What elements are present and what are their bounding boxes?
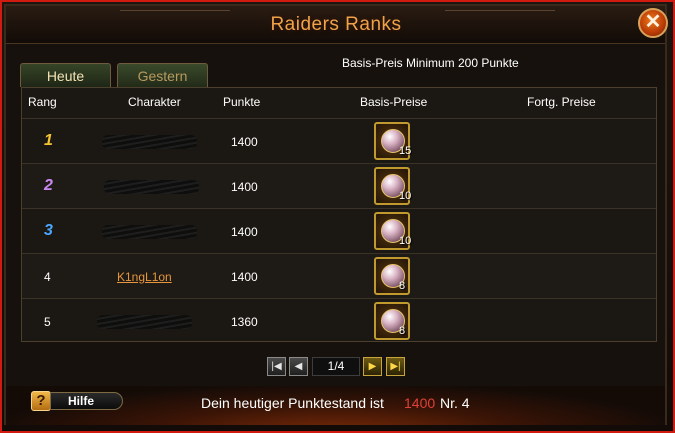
character-link[interactable]: K1ngL1on — [117, 270, 172, 284]
status-rank: Nr. 4 — [440, 395, 470, 411]
reward-item[interactable]: 10 — [374, 212, 412, 250]
window-title: Raiders Ranks — [270, 14, 402, 35]
header-basis-preise: Basis-Preise — [360, 95, 428, 109]
reward-item[interactable]: 8 — [374, 302, 410, 340]
rank-number: 4 — [44, 270, 51, 284]
close-icon: ✕ — [644, 11, 662, 33]
next-page-button[interactable]: ▶ — [363, 357, 382, 376]
rank-number: 5 — [44, 315, 51, 329]
first-page-icon: |◀ — [271, 361, 282, 372]
rank-number: 3 — [44, 222, 53, 239]
help-icon[interactable]: ? — [31, 391, 51, 411]
character-name-redacted — [97, 315, 192, 329]
first-page-button[interactable]: |◀ — [267, 357, 286, 376]
table-row: 4 K1ngL1on 1400 8 — [22, 253, 656, 298]
minimum-value: 200 Punkte — [458, 56, 519, 70]
character-name-redacted — [102, 135, 197, 149]
tab-heute[interactable]: Heute — [20, 63, 111, 87]
reward-count: 8 — [399, 280, 406, 292]
close-button[interactable]: ✕ — [638, 8, 668, 38]
header-rang: Rang — [28, 95, 57, 109]
points-value: 1400 — [231, 270, 258, 284]
reward-item[interactable]: 10 — [374, 167, 412, 205]
points-value: 1400 — [231, 225, 258, 239]
next-page-icon: ▶ — [368, 361, 377, 372]
points-value: 1360 — [231, 315, 258, 329]
points-value: 1400 — [231, 180, 258, 194]
help-button[interactable]: Hilfe — [50, 392, 123, 410]
header-charakter: Charakter — [128, 95, 181, 109]
tab-gestern[interactable]: Gestern — [117, 63, 208, 87]
status-score: 1400 — [404, 395, 436, 411]
table-row: 2 1400 10 — [22, 163, 656, 208]
character-name-redacted — [102, 225, 197, 239]
table-row: 5 1360 8 — [22, 298, 656, 343]
page-indicator: 1/4 — [312, 357, 360, 376]
last-page-icon: ▶| — [390, 361, 401, 372]
reward-item[interactable]: 15 — [374, 122, 412, 160]
last-page-button[interactable]: ▶| — [386, 357, 405, 376]
prev-page-button[interactable]: ◀ — [289, 357, 308, 376]
reward-count: 15 — [399, 145, 412, 157]
reward-count: 10 — [399, 190, 412, 202]
reward-count: 10 — [399, 235, 412, 247]
table-row: 3 1400 10 — [22, 208, 656, 253]
rank-number: 1 — [44, 132, 53, 149]
prev-page-icon: ◀ — [294, 361, 303, 372]
character-name-redacted — [104, 180, 199, 194]
status-text: Dein heutiger Punktestand ist — [201, 395, 384, 411]
table-row: 1 1400 15 — [22, 118, 656, 163]
header-punkte: Punkte — [223, 95, 261, 109]
reward-count: 8 — [399, 325, 406, 337]
reward-item[interactable]: 8 — [374, 257, 410, 295]
minimum-label: Basis-Preis Minimum — [342, 56, 455, 70]
points-value: 1400 — [231, 135, 258, 149]
rank-number: 2 — [44, 177, 53, 194]
header-fortg-preise: Fortg. Preise — [527, 95, 596, 109]
